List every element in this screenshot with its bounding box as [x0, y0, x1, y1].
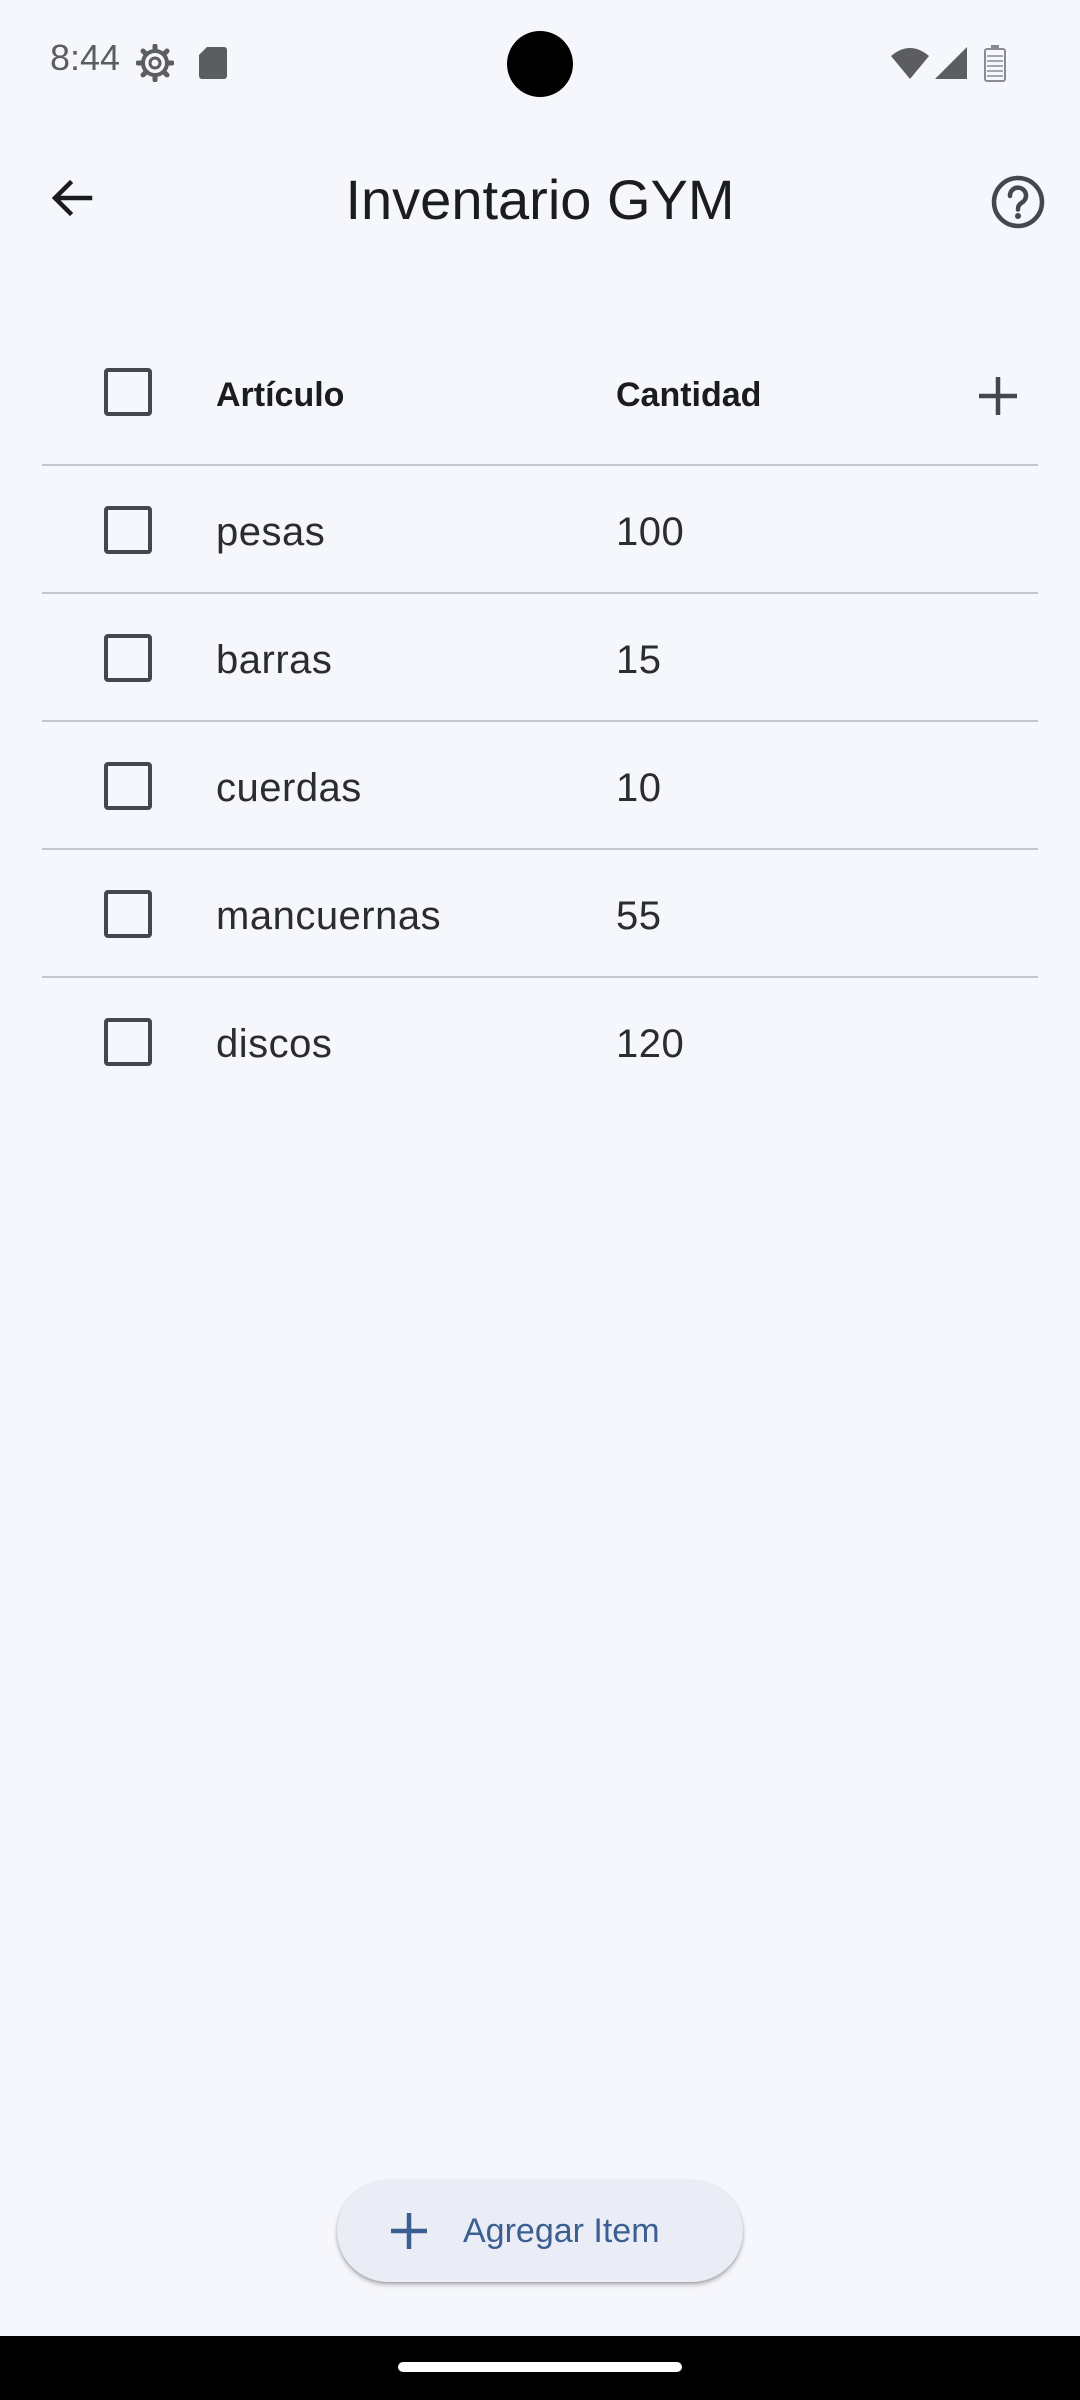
gear-icon [135, 43, 175, 83]
table-header-row: Artículo Cantidad [42, 326, 1038, 466]
help-button[interactable] [978, 162, 1058, 242]
item-name: barras [216, 638, 333, 682]
item-name: pesas [216, 510, 326, 554]
system-nav-bar [0, 2336, 1080, 2400]
help-circle-icon [991, 175, 1045, 229]
item-quantity: 15 [616, 638, 662, 682]
plus-icon [391, 2213, 427, 2249]
table-row[interactable]: pesas 100 [42, 466, 1038, 594]
signal-icon [934, 46, 968, 80]
add-item-label: Agregar Item [463, 2212, 660, 2250]
plus-icon [979, 377, 1017, 415]
row-checkbox[interactable] [104, 890, 152, 938]
item-name: discos [216, 1022, 333, 1066]
item-quantity: 100 [616, 510, 685, 554]
table-row[interactable]: mancuernas 55 [42, 850, 1038, 978]
row-checkbox[interactable] [104, 762, 152, 810]
row-checkbox[interactable] [104, 634, 152, 682]
column-header-cantidad[interactable]: Cantidad [616, 378, 761, 412]
item-quantity: 55 [616, 894, 662, 938]
item-name: mancuernas [216, 894, 442, 938]
table-row[interactable]: cuerdas 10 [42, 722, 1038, 850]
sd-card-icon [198, 46, 228, 80]
add-row-button[interactable] [962, 360, 1034, 432]
row-checkbox[interactable] [104, 1018, 152, 1066]
status-time: 8:44 [50, 37, 121, 78]
item-quantity: 120 [616, 1022, 685, 1066]
item-name: cuerdas [216, 766, 362, 810]
camera-cutout [507, 31, 573, 97]
home-indicator[interactable] [398, 2362, 682, 2372]
wifi-icon [890, 46, 930, 80]
status-bar: 8:44 [0, 0, 1080, 128]
page-title: Inventario GYM [345, 168, 735, 231]
battery-icon [984, 44, 1006, 82]
select-all-checkbox[interactable] [104, 368, 152, 416]
column-header-articulo[interactable]: Artículo [216, 378, 344, 412]
table-row[interactable]: discos 120 [42, 978, 1038, 1104]
item-quantity: 10 [616, 766, 662, 810]
add-item-button[interactable]: Agregar Item [337, 2180, 743, 2282]
row-checkbox[interactable] [104, 506, 152, 554]
table-row[interactable]: barras 15 [42, 594, 1038, 722]
inventory-table: Artículo Cantidad pesas 100 barras 15 cu… [42, 326, 1038, 1104]
